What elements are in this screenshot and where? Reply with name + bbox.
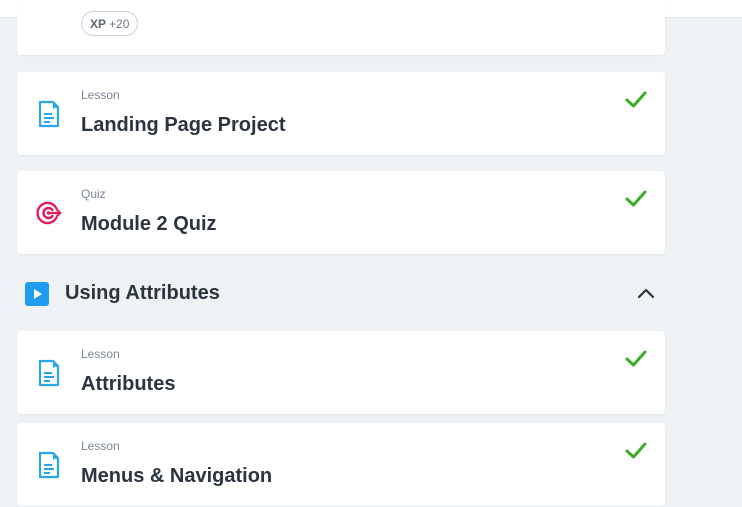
xp-badge-value: +20 — [109, 16, 130, 31]
item-title: Menus & Navigation — [81, 465, 273, 487]
item-kind-label: Lesson — [81, 88, 120, 102]
lesson-icon — [38, 451, 60, 479]
item-kind-label: Lesson — [81, 439, 120, 453]
section-header-using-attributes[interactable]: Using Attributes — [17, 274, 665, 314]
item-title: Module 2 Quiz — [81, 213, 217, 235]
list-item-attributes[interactable]: Lesson Attributes — [17, 331, 665, 414]
chevron-up-icon[interactable] — [635, 283, 657, 305]
target-icon — [36, 201, 62, 225]
previous-item-card: XP +20 — [17, 0, 665, 55]
check-icon — [625, 442, 647, 459]
item-title: Attributes — [81, 373, 176, 395]
item-kind-label: Lesson — [81, 347, 120, 361]
lesson-icon — [38, 359, 60, 387]
item-kind-label: Quiz — [81, 187, 106, 201]
list-item-menus-navigation[interactable]: Lesson Menus & Navigation — [17, 423, 665, 506]
lesson-icon — [38, 100, 60, 128]
section-title: Using Attributes — [65, 282, 220, 304]
item-title: Landing Page Project — [81, 114, 286, 136]
list-item-module-2-quiz[interactable]: Quiz Module 2 Quiz — [17, 171, 665, 254]
list-item-landing-page-project[interactable]: Lesson Landing Page Project — [17, 72, 665, 155]
check-icon — [625, 350, 647, 367]
check-icon — [625, 91, 647, 108]
xp-badge: XP +20 — [81, 11, 139, 36]
play-icon — [25, 282, 49, 306]
check-icon — [625, 190, 647, 207]
xp-badge-label: XP — [90, 16, 107, 31]
